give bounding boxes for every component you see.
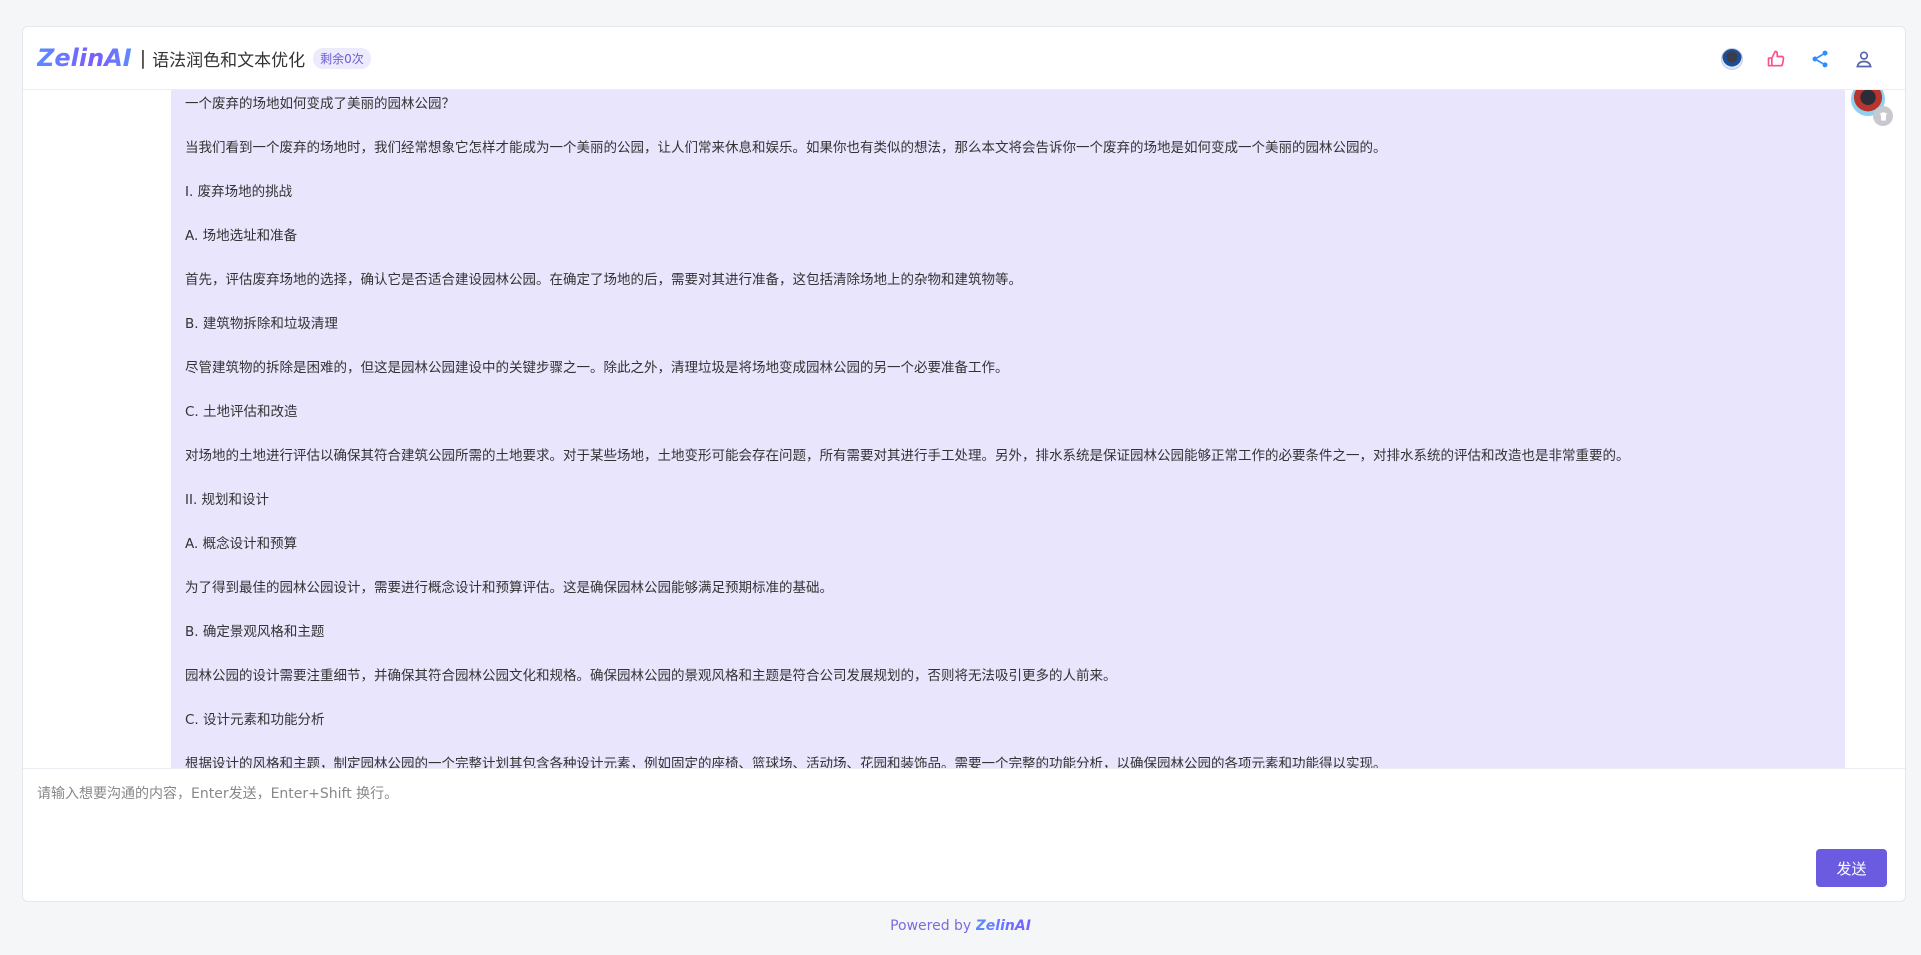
title-separator: | [139,47,147,69]
message-paragraph: 当我们看到一个废弃的场地时，我们经常想象它怎样才能成为一个美丽的公园，让人们常来… [185,140,1387,156]
main-card: ZelinAI | 语法润色和文本优化 剩余0次 一个废弃的场地如何变成了美丽的… [22,26,1906,902]
chat-area[interactable]: 一个废弃的场地如何变成了美丽的园林公园？ 当我们看到一个废弃的场地时，我们经常想… [23,90,1905,768]
footer-brand[interactable]: ZelinAI [976,918,1031,934]
message-paragraph: A. 概念设计和预算 [185,536,298,552]
message-paragraph: C. 土地评估和改造 [185,404,298,420]
message-paragraph: 为了得到最佳的园林公园设计，需要进行概念设计和预算评估。这是确保园林公园能够满足… [185,580,833,596]
message-paragraph: I. 废弃场地的挑战 [185,184,293,200]
message-paragraph: 园林公园的设计需要注重细节，并确保其符合园林公园文化和规格。确保园林公园的景观风… [185,668,1117,684]
share-icon[interactable] [1809,48,1831,70]
message-paragraph: C. 设计元素和功能分析 [185,712,325,728]
message-paragraph: B. 建筑物拆除和垃圾清理 [185,316,338,332]
user-profile-icon[interactable] [1853,48,1875,70]
message-paragraph: 一个废弃的场地如何变成了美丽的园林公园？ [185,96,455,112]
message-paragraph: 对场地的土地进行评估以确保其符合建筑公园所需的土地要求。对于某些场地，土地变形可… [185,448,1630,464]
user-avatar[interactable] [1721,47,1743,70]
logo[interactable]: ZelinAI [37,27,132,90]
footer: Powered by ZelinAI [0,918,1921,934]
message-input[interactable] [37,779,1537,809]
message-paragraph: II. 规划和设计 [185,492,270,508]
composer: 发送 [23,768,1905,901]
message-paragraph: 尽管建筑物的拆除是困难的，但这是园林公园建设中的关键步骤之一。除此之外，清理垃圾… [185,360,1009,376]
message-paragraph: 首先，评估废弃场地的选择，确认它是否适合建设园林公园。在确定了场地的后，需要对其… [185,272,1022,288]
assistant-message: 一个废弃的场地如何变成了美丽的园林公园？ 当我们看到一个废弃的场地时，我们经常想… [171,90,1845,768]
header-actions [1721,27,1875,90]
page-title: 语法润色和文本优化 [152,50,306,71]
remaining-count-badge: 剩余0次 [313,47,371,69]
message-paragraph: 根据设计的风格和主题，制定园林公园的一个完整计划其包含各种设计元素，例如固定的座… [185,756,1387,768]
message-paragraph: A. 场地选址和准备 [185,228,298,244]
send-button[interactable]: 发送 [1816,849,1887,887]
logo-text: ZelinAI [37,44,132,72]
footer-powered-by: Powered by [890,918,976,934]
thumbs-up-icon[interactable] [1765,48,1787,70]
delete-icon[interactable] [1873,106,1893,126]
header: ZelinAI | 语法润色和文本优化 剩余0次 [23,27,1905,90]
message-paragraph: B. 确定景观风格和主题 [185,624,325,640]
